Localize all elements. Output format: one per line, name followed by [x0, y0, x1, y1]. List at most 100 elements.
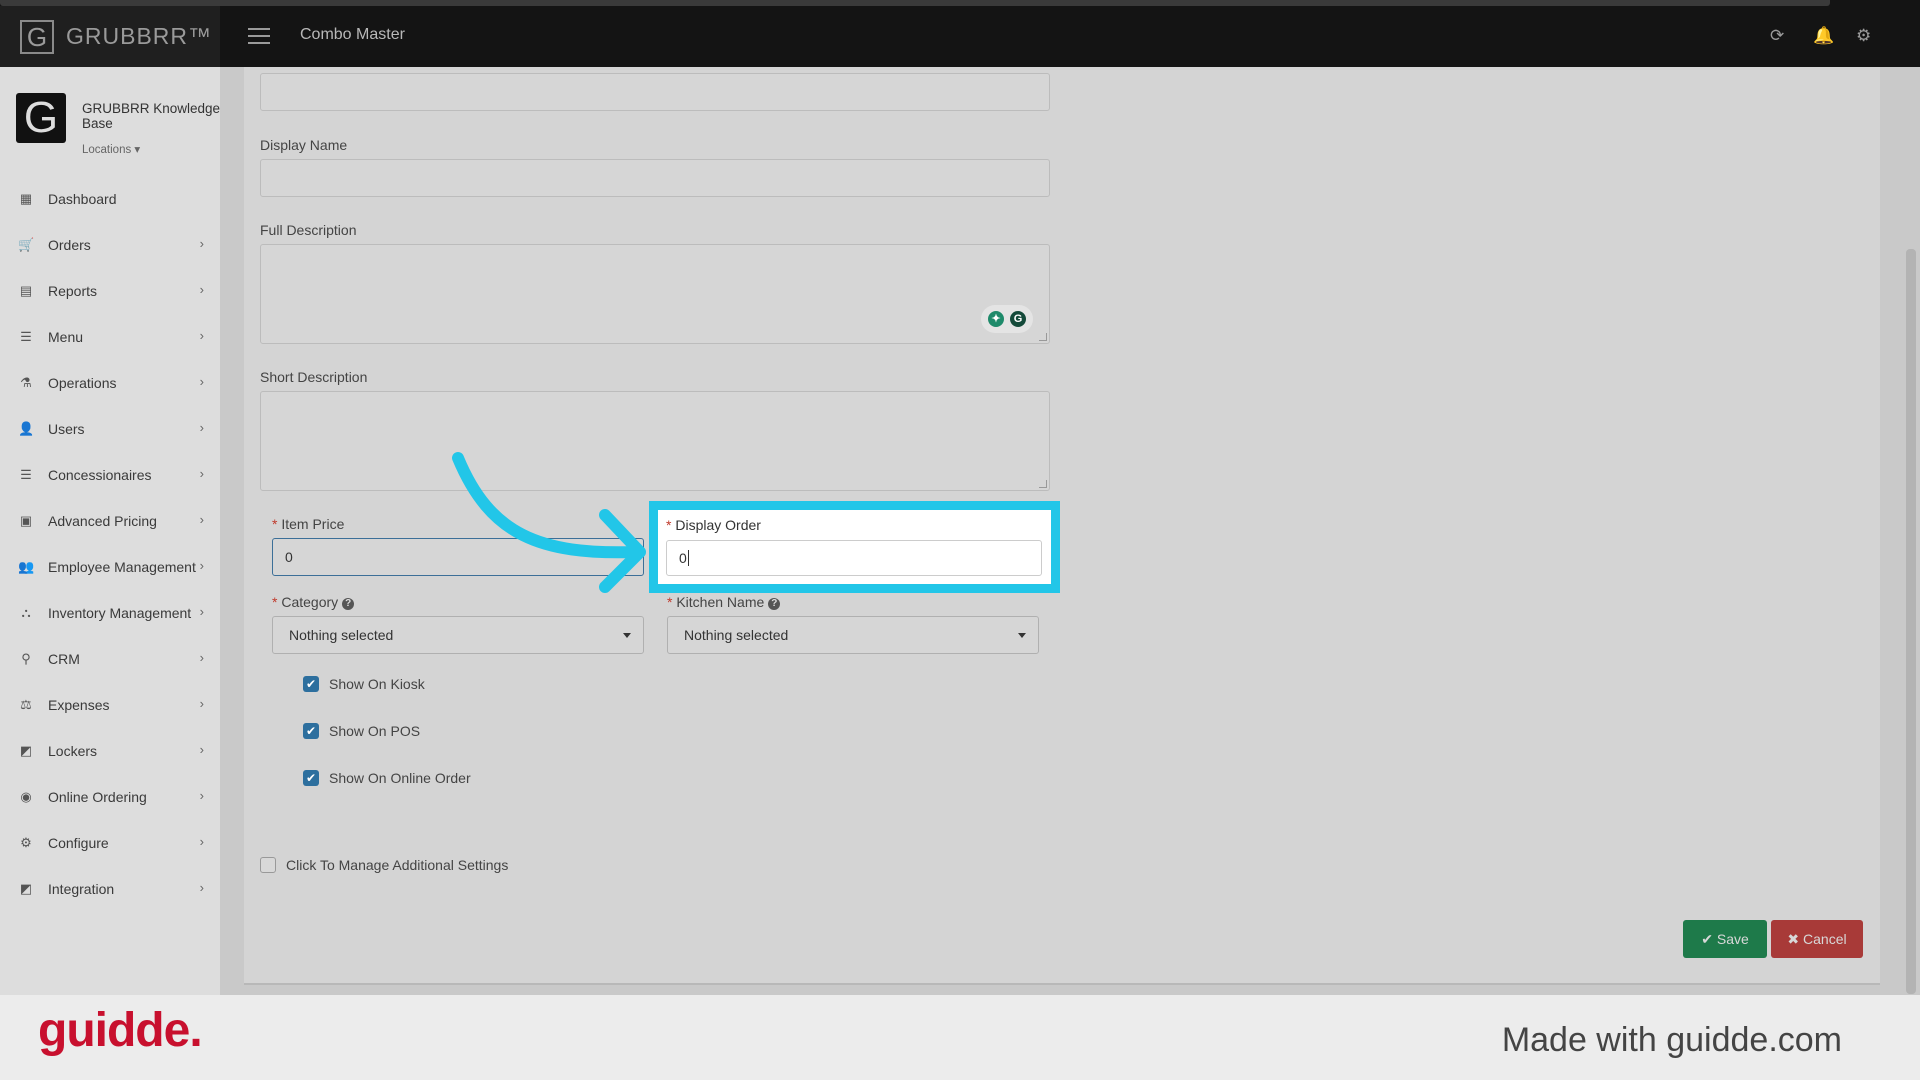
sidebar-item-concessionaires[interactable]: ☰ Concessionaires ›: [0, 452, 220, 498]
profile-block: G GRUBBRR Knowledge Base Locations ▾: [16, 93, 220, 156]
resize-handle-icon[interactable]: [1039, 480, 1047, 488]
sidebar-item-configure[interactable]: ⚙ Configure ›: [0, 820, 220, 866]
sidebar-item-label: Configure: [48, 835, 109, 851]
name-field[interactable]: [260, 73, 1050, 111]
pointer-arrow-icon: [452, 452, 646, 593]
display-order-highlight: * Display Order 0: [649, 501, 1060, 593]
logo-mark: G: [20, 19, 54, 54]
pricing-icon: ▣: [19, 513, 33, 528]
kitchen-name-selected-value: Nothing selected: [684, 627, 789, 643]
cancel-button[interactable]: ✖ Cancel: [1771, 920, 1863, 958]
grammarly-g-icon: G: [1010, 311, 1026, 327]
item-price-label: * Item Price: [272, 516, 344, 532]
resize-handle-icon[interactable]: [1039, 333, 1047, 341]
top-navbar: G GRUBBRR™ Combo Master ⟳ 🔔 ⚙: [0, 0, 1920, 67]
required-asterisk: *: [272, 594, 278, 610]
sidebar-item-users[interactable]: 👤 Users ›: [0, 406, 220, 452]
sidebar-item-expenses[interactable]: ⚖ Expenses ›: [0, 682, 220, 728]
full-description-label: Full Description: [260, 222, 357, 238]
report-icon: ▤: [19, 283, 33, 298]
check-icon: ✔: [303, 770, 319, 786]
plug-icon: ◩: [19, 881, 33, 896]
sidebar-item-label: Concessionaires: [48, 467, 152, 483]
dashboard-icon: ▦: [19, 191, 33, 206]
sidebar-item-dashboard[interactable]: ▦ Dashboard: [0, 176, 220, 222]
sidebar-item-lockers[interactable]: ◩ Lockers ›: [0, 728, 220, 774]
sidebar-item-label: Menu: [48, 329, 84, 345]
sidebar-item-inventory-management[interactable]: ⛬ Inventory Management ›: [0, 590, 220, 636]
list-icon: ☰: [20, 467, 32, 482]
show-on-pos-checkbox[interactable]: ✔ Show On POS: [303, 723, 420, 739]
sidebar-item-integration[interactable]: ◩ Integration ›: [0, 866, 220, 912]
chevron-right-icon: ›: [199, 236, 204, 251]
chevron-right-icon: ›: [199, 650, 204, 665]
caret-down-icon: [1018, 633, 1026, 638]
kitchen-name-select[interactable]: Nothing selected: [667, 616, 1039, 654]
help-icon[interactable]: ?: [768, 598, 781, 610]
chevron-right-icon: ›: [199, 282, 204, 297]
gear-icon[interactable]: ⚙: [1856, 26, 1871, 46]
display-order-input[interactable]: 0: [666, 540, 1042, 576]
user-add-icon: 👤: [18, 421, 35, 436]
sidebar-item-label: CRM: [48, 651, 80, 667]
sidebar-item-label: Reports: [48, 283, 98, 299]
display-name-label: Display Name: [260, 137, 348, 153]
required-asterisk: *: [666, 517, 672, 533]
sidebar-item-employee-management[interactable]: 👥 Employee Management ›: [0, 544, 220, 590]
category-label-text: Category: [281, 594, 339, 610]
sidebar-item-label: Advanced Pricing: [48, 513, 157, 529]
locations-dropdown[interactable]: Locations ▾: [82, 142, 140, 156]
sidebar-item-label: Expenses: [48, 697, 110, 713]
bell-icon[interactable]: 🔔: [1813, 26, 1834, 46]
sidebar-item-label: Users: [48, 421, 85, 437]
sidebar-item-advanced-pricing[interactable]: ▣ Advanced Pricing ›: [0, 498, 220, 544]
required-asterisk: *: [667, 594, 673, 610]
locker-icon: ◩: [19, 743, 33, 758]
additional-settings-checkbox[interactable]: Click To Manage Additional Settings: [260, 857, 508, 873]
full-description-textarea[interactable]: ✦ G: [260, 244, 1050, 344]
sidebar-item-label: Inventory Management: [48, 605, 192, 621]
category-select[interactable]: Nothing selected: [272, 616, 644, 654]
sidebar-item-online-ordering[interactable]: ◉ Online Ordering ›: [0, 774, 220, 820]
show-on-kiosk-checkbox[interactable]: ✔ Show On Kiosk: [303, 676, 425, 692]
sidebar-item-crm[interactable]: ⚲ CRM ›: [0, 636, 220, 682]
flask-icon: ⚗: [20, 375, 32, 390]
chevron-right-icon: ›: [199, 604, 204, 619]
chevron-right-icon: ›: [199, 558, 204, 573]
sidebar-nav: ▦ Dashboard 🛒 Orders › ▤ Reports › ☰ Menu › ⚗ Operat…: [0, 176, 220, 912]
checkbox-label: Show On Kiosk: [329, 676, 425, 692]
category-selected-value: Nothing selected: [289, 627, 394, 643]
help-icon[interactable]: ?: [342, 598, 355, 610]
checkbox-label: Show On Online Order: [329, 770, 471, 786]
grammarly-bulb-icon: ✦: [988, 311, 1004, 327]
sidebar-item-label: Integration: [48, 881, 115, 897]
sidebar-item-label: Employee Management: [48, 559, 196, 575]
top-scroll-strip: [0, 0, 1830, 6]
required-asterisk: *: [272, 516, 278, 532]
additional-settings-label: Click To Manage Additional Settings: [286, 857, 509, 873]
chevron-right-icon: ›: [199, 512, 204, 527]
gear-icon: ⚙: [20, 835, 32, 850]
display-order-value: 0: [679, 550, 687, 566]
sidebar-item-reports[interactable]: ▤ Reports ›: [0, 268, 220, 314]
save-button[interactable]: ✔ Save: [1683, 920, 1767, 958]
sidebar-item-orders[interactable]: 🛒 Orders ›: [0, 222, 220, 268]
refresh-icon[interactable]: ⟳: [1770, 26, 1784, 46]
sidebar-item-operations[interactable]: ⚗ Operations ›: [0, 360, 220, 406]
display-name-input[interactable]: [260, 159, 1050, 197]
display-order-label-text: Display Order: [675, 517, 761, 533]
chevron-right-icon: ›: [199, 742, 204, 757]
profile-name: GRUBBRR Knowledge Base: [82, 101, 221, 131]
chevron-right-icon: ›: [199, 834, 204, 849]
guidde-logo: guidde.: [38, 1004, 203, 1057]
sidebar-item-menu[interactable]: ☰ Menu ›: [0, 314, 220, 360]
show-on-online-order-checkbox[interactable]: ✔ Show On Online Order: [303, 770, 471, 786]
brand-logo[interactable]: G GRUBBRR™: [0, 6, 220, 67]
kitchen-name-label-text: Kitchen Name: [676, 594, 765, 610]
chevron-right-icon: ›: [199, 374, 204, 389]
hamburger-menu-icon[interactable]: [248, 28, 270, 44]
vertical-scrollbar[interactable]: [1906, 249, 1916, 994]
chevron-right-icon: ›: [199, 328, 204, 343]
grammarly-widget[interactable]: ✦ G: [981, 305, 1033, 333]
chevron-right-icon: ›: [199, 466, 204, 481]
